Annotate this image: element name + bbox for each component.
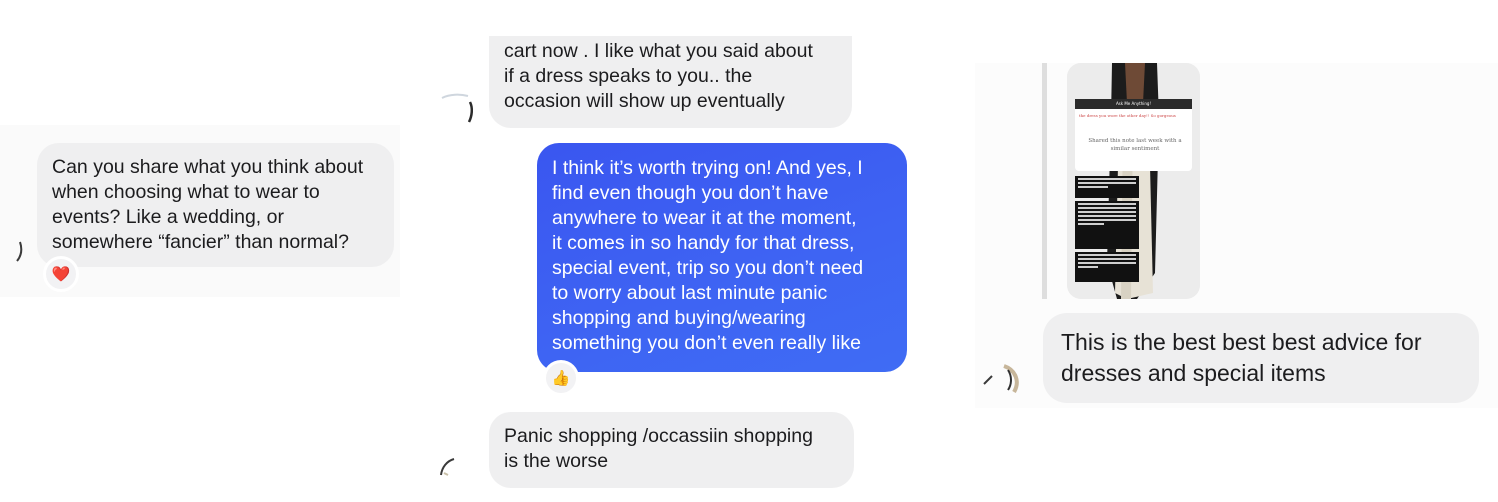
message-line: anywhere to wear it at the moment,: [552, 207, 857, 229]
story-notes-screenshot: [1075, 176, 1139, 198]
message-line: if a dress speaks to you.. the: [504, 65, 753, 87]
reply-thread-line: [1042, 63, 1047, 299]
message-line: something you don’t even really like: [552, 332, 861, 354]
heart-icon: ❤️: [51, 265, 71, 283]
message-line: is the worse: [504, 450, 609, 472]
story-question-text: the dress you wore the other day!! So go…: [1079, 113, 1176, 118]
avatar-fragment-right: [983, 364, 1019, 394]
message-bubble-received-top[interactable]: cart now . I like what you said about if…: [489, 36, 852, 128]
thumbs-up-icon: 👍: [551, 369, 571, 387]
story-notes-screenshot: [1075, 252, 1139, 282]
story-reply-card[interactable]: Ask Me Anything! the dress you wore the …: [1067, 63, 1200, 299]
message-line: special event, trip so you don’t need: [552, 257, 864, 279]
avatar-fragment-top: [441, 93, 474, 123]
message-line: Panic shopping /occassiin shopping: [504, 425, 813, 447]
message-line: occasion will show up eventually: [504, 90, 785, 112]
message-bubble-right[interactable]: This is the best best best advice for dr…: [1043, 313, 1479, 403]
thumbs-up-reaction[interactable]: 👍: [543, 360, 579, 396]
message-line: to worry about last minute panic: [552, 282, 828, 304]
heart-reaction[interactable]: ❤️: [43, 256, 79, 292]
message-bubble-question[interactable]: Can you share what you think about when …: [37, 143, 394, 267]
message-bubble-received-bottom[interactable]: Panic shopping /occassiin shopping is th…: [489, 412, 854, 488]
message-line: it comes in so handy for that dress,: [552, 232, 855, 254]
message-line: somewhere “fancier” than normal?: [52, 231, 349, 253]
message-line: This is the best best best advice for: [1061, 329, 1422, 355]
message-line: Can you share what you think about: [52, 156, 364, 178]
message-line: dresses and special items: [1061, 360, 1326, 386]
story-caption: Shared this note last week with a simila…: [1088, 138, 1182, 152]
message-line: cart now . I like what you said about: [504, 40, 813, 62]
message-line: events? Like a wedding, or: [52, 206, 284, 228]
message-line: I think it’s worth trying on! And yes, I: [552, 157, 863, 179]
avatar-fragment-left: [16, 241, 23, 262]
story-sticker-header: Ask Me Anything!: [1075, 99, 1192, 109]
message-bubble-sent[interactable]: I think it’s worth trying on! And yes, I…: [537, 143, 907, 372]
story-question-sticker: Ask Me Anything! the dress you wore the …: [1075, 99, 1192, 171]
story-notes-screenshot: [1075, 201, 1139, 249]
message-line: shopping and buying/wearing: [552, 307, 806, 329]
message-line: find even though you don’t have: [552, 182, 829, 204]
message-line: when choosing what to wear to: [52, 181, 320, 203]
avatar-fragment-bottom: [440, 458, 455, 476]
